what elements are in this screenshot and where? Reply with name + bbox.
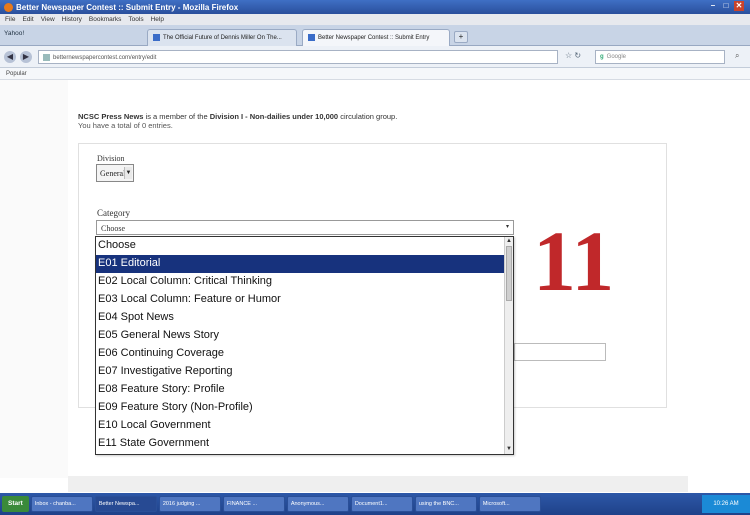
scroll-up-icon[interactable]: ▲	[505, 237, 513, 246]
option-e11[interactable]: E11 State Government	[96, 435, 505, 453]
search-bar[interactable]: g Google	[595, 50, 725, 64]
taskbar-item[interactable]: FINANCE ...	[222, 496, 285, 512]
option-e01-editorial[interactable]: E01 Editorial	[96, 255, 505, 273]
firefox-icon	[4, 2, 13, 12]
option-e04[interactable]: E04 Spot News	[96, 309, 505, 327]
option-choose[interactable]: Choose	[96, 237, 505, 255]
menu-edit[interactable]: Edit	[22, 16, 33, 23]
option-e10[interactable]: E10 Local Government	[96, 417, 505, 435]
window-title: Better Newspaper Contest :: Submit Entry…	[16, 2, 239, 12]
member-text-2: circulation group.	[338, 112, 398, 121]
menu-bookmarks[interactable]: Bookmarks	[89, 16, 122, 23]
option-e06[interactable]: E06 Continuing Coverage	[96, 345, 505, 363]
close-icon[interactable]: ✕	[734, 1, 744, 11]
yahoo-bookmark[interactable]: Yahoo!	[4, 30, 24, 37]
bookmark-popular[interactable]: Popular	[6, 71, 27, 77]
url-text: betternewspapercontest.com/entry/edit	[53, 55, 157, 62]
google-icon: g	[600, 54, 604, 60]
menu-help[interactable]: Help	[151, 16, 164, 23]
page-icon	[308, 34, 315, 41]
option-e08[interactable]: E08 Feature Story: Profile	[96, 381, 505, 399]
scroll-down-icon[interactable]: ▼	[505, 445, 513, 454]
bookmarks-bar: Popular	[0, 68, 750, 80]
option-e09[interactable]: E09 Feature Story (Non-Profile)	[96, 399, 505, 417]
menu-file[interactable]: File	[5, 16, 15, 23]
tab-label: The Official Future of Dennis Miller On …	[163, 35, 282, 42]
member-name: NCSC Press News	[78, 112, 144, 121]
url-bar[interactable]: betternewspapercontest.com/entry/edit	[38, 50, 558, 64]
reload-icon[interactable]: ☆ ↻	[565, 51, 581, 60]
option-e05[interactable]: E05 General News Story	[96, 327, 505, 345]
menu-bar: File Edit View History Bookmarks Tools H…	[0, 14, 750, 25]
option-e07[interactable]: E07 Investigative Reporting	[96, 363, 505, 381]
division-select[interactable]: General ▼	[96, 164, 134, 182]
tab-submit-entry[interactable]: Better Newspaper Contest :: Submit Entry	[302, 29, 450, 46]
chevron-down-icon: ▾	[505, 224, 509, 230]
category-dropdown-list[interactable]: Choose E01 Editorial E02 Local Column: C…	[95, 236, 514, 455]
dropdown-scrollbar[interactable]: ▲ ▼	[504, 237, 513, 454]
division-label: Division	[97, 154, 125, 163]
window-controls: – □ ✕	[708, 1, 744, 11]
page-margin	[0, 80, 68, 478]
taskbar-item[interactable]: Better Newspa...	[94, 496, 157, 512]
option-e03[interactable]: E03 Local Column: Feature or Humor	[96, 291, 505, 309]
member-text-1: is a member of the	[143, 112, 210, 121]
entries-count: You have a total of 0 entries.	[78, 121, 173, 130]
page-footer	[68, 476, 688, 492]
menu-tools[interactable]: Tools	[128, 16, 143, 23]
search-placeholder: Google	[606, 54, 627, 60]
option-e02[interactable]: E02 Local Column: Critical Thinking	[96, 273, 505, 291]
tab-strip: Yahoo! The Official Future of Dennis Mil…	[0, 25, 750, 46]
scroll-thumb[interactable]	[506, 246, 512, 301]
tab-label: Better Newspaper Contest :: Submit Entry	[318, 35, 430, 42]
maximize-icon[interactable]: □	[721, 1, 731, 11]
page-icon	[153, 34, 160, 41]
menu-view[interactable]: View	[41, 16, 55, 23]
search-icon[interactable]: ⌕	[735, 51, 739, 61]
forward-icon[interactable]: ▶	[20, 51, 32, 63]
tab-dennis-miller[interactable]: The Official Future of Dennis Miller On …	[147, 29, 297, 46]
taskbar-item[interactable]: Document1...	[350, 496, 413, 512]
new-tab-button[interactable]: +	[454, 31, 468, 43]
windows-taskbar: Start Inbox - chanba... Better Newspa...…	[0, 493, 750, 515]
taskbar-item[interactable]: Inbox - chanba...	[30, 496, 93, 512]
back-icon[interactable]: ◀	[4, 51, 16, 63]
chevron-down-icon: ▼	[124, 167, 132, 179]
system-clock[interactable]: 10:26 AM	[702, 495, 750, 513]
step-number-annotation: 11	[533, 213, 615, 309]
category-value: Choose	[101, 224, 125, 233]
category-label: Category	[97, 208, 130, 218]
start-button[interactable]: Start	[2, 496, 29, 512]
taskbar-item[interactable]: Microsoft...	[478, 496, 541, 512]
category-select[interactable]: Choose ▾	[96, 220, 514, 235]
division-value: General	[100, 169, 126, 178]
division-group: Division I - Non-dailies under 10,000	[209, 112, 339, 121]
text-input[interactable]	[514, 343, 606, 361]
site-identity-icon	[43, 54, 50, 61]
window-title-bar: Better Newspaper Contest :: Submit Entry…	[0, 0, 750, 14]
minimize-icon[interactable]: –	[708, 1, 718, 11]
taskbar-item[interactable]: using the BNC...	[414, 496, 477, 512]
navigation-bar: ◀ ▶ betternewspapercontest.com/entry/edi…	[0, 46, 750, 68]
taskbar-item[interactable]: Anonymous...	[286, 496, 349, 512]
menu-history[interactable]: History	[62, 16, 82, 23]
taskbar-item[interactable]: 2016 judging ...	[158, 496, 221, 512]
membership-info: NCSC Press News is a member of the Divis…	[78, 112, 397, 121]
